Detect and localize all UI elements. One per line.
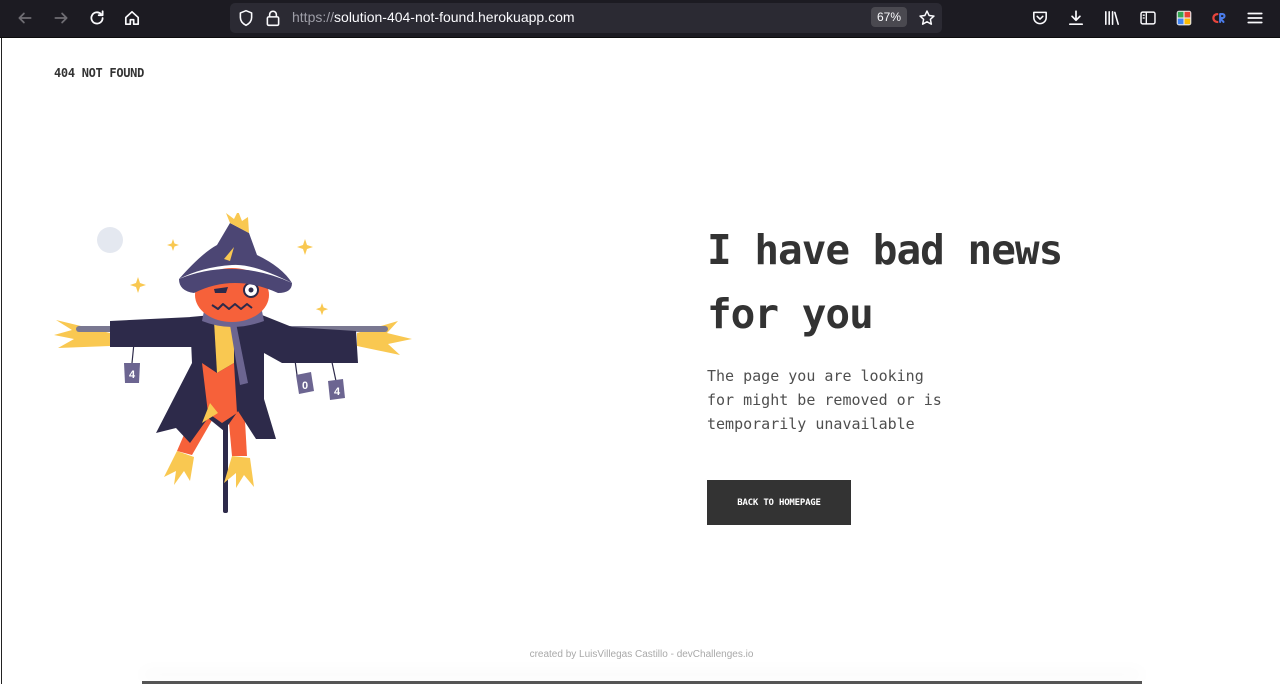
forward-icon[interactable] xyxy=(49,6,73,30)
web-page: 404 NOT FOUND 4 0 4 I have bad news for … xyxy=(1,38,1280,684)
brand-logo-text[interactable]: 404 NOT FOUND xyxy=(54,66,144,80)
url-bar[interactable]: https://solution-404-not-found.herokuapp… xyxy=(230,3,942,33)
back-icon[interactable] xyxy=(13,6,37,30)
url-text[interactable]: https://solution-404-not-found.herokuapp… xyxy=(292,9,575,25)
url-scheme: https:// xyxy=(292,9,335,25)
back-to-homepage-button[interactable]: BACK TO HOMEPAGE xyxy=(707,480,851,525)
page-description: The page you are looking for might be re… xyxy=(707,364,967,436)
description-line-3: temporarily unavailable xyxy=(707,415,915,433)
can-digit-1: 4 xyxy=(129,369,136,381)
menu-icon[interactable] xyxy=(1243,6,1267,30)
headline-line-2: for you xyxy=(707,290,874,338)
moon-shape xyxy=(97,227,123,253)
sidebar-icon[interactable] xyxy=(1136,6,1160,30)
download-icon[interactable] xyxy=(1064,6,1088,30)
scarecrow-illustration: 4 0 4 xyxy=(54,213,412,513)
description-line-1: The page you are looking xyxy=(707,367,924,385)
description-line-2: for might be removed or is xyxy=(707,391,942,409)
browser-toolbar: https://solution-404-not-found.herokuapp… xyxy=(0,0,1280,38)
can-middle: 0 xyxy=(296,372,314,394)
zoom-level-badge[interactable]: 67% xyxy=(871,7,907,27)
library-icon[interactable] xyxy=(1100,6,1124,30)
extension-icon[interactable] xyxy=(1207,6,1231,30)
can-left: 4 xyxy=(124,363,140,383)
home-icon[interactable] xyxy=(120,6,144,30)
can-right: 4 xyxy=(328,379,345,400)
star-icon[interactable] xyxy=(915,6,939,30)
can-digit-3: 4 xyxy=(334,386,341,398)
extension-icon[interactable] xyxy=(1172,6,1196,30)
page-headline: I have bad news for you xyxy=(707,218,1177,346)
reload-icon[interactable] xyxy=(85,6,109,30)
url-host: solution-404-not-found.herokuapp.com xyxy=(334,9,575,25)
footer-credit: created by LuisVillegas Castillo - devCh… xyxy=(529,649,754,660)
lock-icon[interactable] xyxy=(261,6,285,30)
shield-icon[interactable] xyxy=(234,6,258,30)
pocket-icon[interactable] xyxy=(1028,6,1052,30)
headline-line-1: I have bad news xyxy=(707,226,1063,274)
can-digit-2: 0 xyxy=(302,380,308,392)
